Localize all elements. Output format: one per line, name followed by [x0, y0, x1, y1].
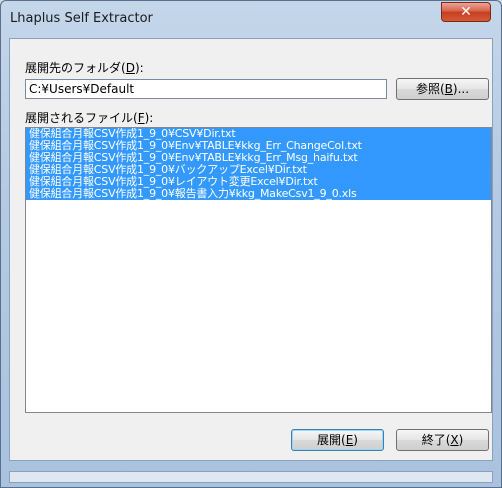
title-bar[interactable]: Lhaplus Self Extractor ✕ — [1, 1, 501, 37]
close-icon: ✕ — [460, 4, 472, 20]
dest-folder-input[interactable] — [25, 79, 387, 99]
dest-label-suffix: ): — [134, 61, 144, 75]
exit-button-text: 終了( — [421, 433, 451, 447]
files-label: 展開されるファイル(F): — [25, 109, 153, 126]
extract-button[interactable]: 展開(E) — [291, 429, 384, 451]
file-list-item[interactable]: 健保組合月報CSV作成1_9_0¥報告書入力¥kkg_MakeCsv1_9_0.… — [26, 188, 491, 200]
status-bar — [9, 471, 493, 483]
browse-button[interactable]: 参照(B)... — [396, 78, 489, 100]
files-label-key: F — [137, 111, 145, 125]
file-list[interactable]: 健保組合月報CSV作成1_9_0¥CSV¥Dir.txt 健保組合月報CSV作成… — [25, 127, 492, 413]
browse-button-key: B — [444, 82, 453, 96]
dest-folder-label: 展開先のフォルダ(D): — [25, 59, 144, 76]
close-button[interactable]: ✕ — [441, 2, 491, 22]
exit-button-suffix: ) — [458, 433, 464, 447]
dest-label-key: D — [125, 61, 135, 75]
window-title: Lhaplus Self Extractor — [10, 11, 153, 26]
browse-button-text: 参照( — [415, 82, 445, 96]
extract-button-suffix: ) — [353, 433, 358, 447]
files-label-text: 展開されるファイル( — [25, 111, 138, 125]
extract-button-text: 展開( — [317, 433, 346, 447]
dest-label-text: 展開先のフォルダ( — [25, 61, 126, 75]
exit-button-key: X — [450, 433, 459, 447]
dialog-window: Lhaplus Self Extractor ✕ 展開先のフォルダ(D): 参照… — [0, 0, 502, 488]
exit-button[interactable]: 終了(X) — [396, 429, 489, 451]
files-label-suffix: ): — [144, 111, 154, 125]
browse-button-suffix: )... — [452, 82, 470, 96]
